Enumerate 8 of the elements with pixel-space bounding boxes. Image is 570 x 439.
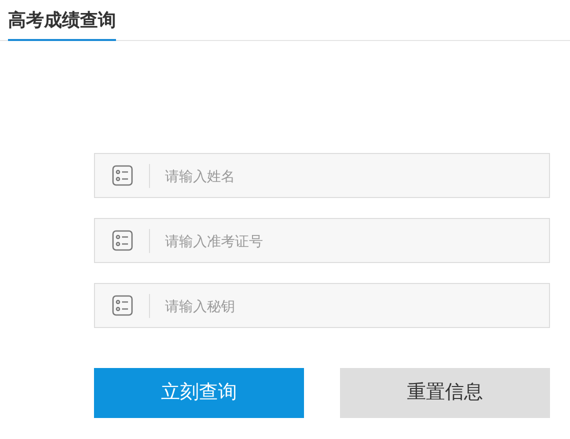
input-field[interactable]: 请输入准考证号 bbox=[94, 218, 550, 263]
reset-button[interactable]: 重置信息 bbox=[340, 368, 550, 418]
list-icon bbox=[112, 295, 133, 316]
input-field[interactable]: 请输入秘钥 bbox=[94, 283, 550, 328]
list-icon bbox=[112, 165, 133, 186]
list-icon bbox=[112, 230, 133, 251]
input-field[interactable]: 请输入姓名 bbox=[94, 153, 550, 198]
page-title: 高考成绩查询 bbox=[8, 6, 116, 41]
